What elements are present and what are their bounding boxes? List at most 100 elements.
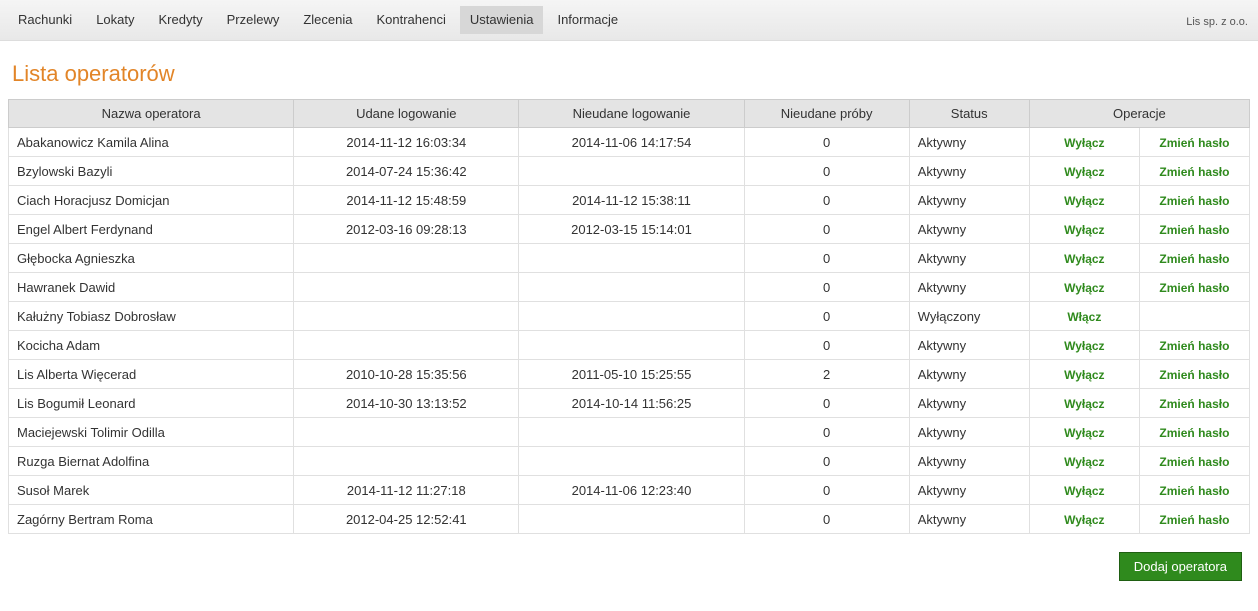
cell-success: 2014-10-30 13:13:52 xyxy=(294,389,519,418)
th-name: Nazwa operatora xyxy=(9,100,294,128)
cell-attempts: 2 xyxy=(744,360,909,389)
cell-name: Głębocka Agnieszka xyxy=(9,244,294,273)
nav-ustawienia[interactable]: Ustawienia xyxy=(460,6,544,34)
cell-status: Aktywny xyxy=(909,476,1029,505)
cell-success: 2012-04-25 12:52:41 xyxy=(294,505,519,534)
main-nav: Rachunki Lokaty Kredyty Przelewy Zleceni… xyxy=(0,0,1258,40)
cell-chpass: Zmień hasło xyxy=(1139,186,1249,215)
change-password-link[interactable]: Zmień hasło xyxy=(1159,252,1229,266)
table-header-row: Nazwa operatora Udane logowanie Nieudane… xyxy=(9,100,1250,128)
disable-link[interactable]: Wyłącz xyxy=(1064,194,1104,208)
cell-toggle: Wyłącz xyxy=(1029,505,1139,534)
disable-link[interactable]: Wyłącz xyxy=(1064,484,1104,498)
cell-name: Kocicha Adam xyxy=(9,331,294,360)
cell-name: Susoł Marek xyxy=(9,476,294,505)
cell-attempts: 0 xyxy=(744,505,909,534)
change-password-link[interactable]: Zmień hasło xyxy=(1159,281,1229,295)
table-row: Abakanowicz Kamila Alina2014-11-12 16:03… xyxy=(9,128,1250,157)
cell-toggle: Wyłącz xyxy=(1029,128,1139,157)
cell-toggle: Włącz xyxy=(1029,302,1139,331)
table-row: Hawranek Dawid0AktywnyWyłączZmień hasło xyxy=(9,273,1250,302)
change-password-link[interactable]: Zmień hasło xyxy=(1159,426,1229,440)
cell-status: Aktywny xyxy=(909,389,1029,418)
cell-chpass: Zmień hasło xyxy=(1139,360,1249,389)
company-blurred-line xyxy=(1186,2,1248,16)
disable-link[interactable]: Wyłącz xyxy=(1064,513,1104,527)
cell-fail xyxy=(519,418,744,447)
nav-rachunki[interactable]: Rachunki xyxy=(8,6,82,34)
cell-toggle: Wyłącz xyxy=(1029,186,1139,215)
enable-link[interactable]: Włącz xyxy=(1067,310,1101,324)
disable-link[interactable]: Wyłącz xyxy=(1064,397,1104,411)
disable-link[interactable]: Wyłącz xyxy=(1064,426,1104,440)
cell-chpass: Zmień hasło xyxy=(1139,505,1249,534)
cell-success: 2012-03-16 09:28:13 xyxy=(294,215,519,244)
change-password-link[interactable]: Zmień hasło xyxy=(1159,455,1229,469)
table-row: Zagórny Bertram Roma2012-04-25 12:52:41 0… xyxy=(9,505,1250,534)
cell-success xyxy=(294,418,519,447)
change-password-link[interactable]: Zmień hasło xyxy=(1159,194,1229,208)
change-password-link[interactable]: Zmień hasło xyxy=(1159,484,1229,498)
cell-toggle: Wyłącz xyxy=(1029,273,1139,302)
company-info: Lis sp. z o.o. xyxy=(1186,2,1248,28)
page-title: Lista operatorów xyxy=(12,61,1250,87)
nav-kontrahenci[interactable]: Kontrahenci xyxy=(366,6,455,34)
cell-chpass: Zmień hasło xyxy=(1139,389,1249,418)
nav-lokaty[interactable]: Lokaty xyxy=(86,6,144,34)
cell-chpass: Zmień hasło xyxy=(1139,128,1249,157)
nav-kredyty[interactable]: Kredyty xyxy=(149,6,213,34)
cell-name: Zagórny Bertram Roma xyxy=(9,505,294,534)
cell-chpass: Zmień hasło xyxy=(1139,273,1249,302)
table-row: Ciach Horacjusz Domicjan2014-11-12 15:48… xyxy=(9,186,1250,215)
th-success: Udane logowanie xyxy=(294,100,519,128)
cell-attempts: 0 xyxy=(744,186,909,215)
disable-link[interactable]: Wyłącz xyxy=(1064,368,1104,382)
disable-link[interactable]: Wyłącz xyxy=(1064,455,1104,469)
cell-fail: 2014-11-06 12:23:40 xyxy=(519,476,744,505)
cell-attempts: 0 xyxy=(744,302,909,331)
cell-success: 2014-11-12 11:27:18 xyxy=(294,476,519,505)
change-password-link[interactable]: Zmień hasło xyxy=(1159,339,1229,353)
nav-informacje[interactable]: Informacje xyxy=(547,6,628,34)
change-password-link[interactable]: Zmień hasło xyxy=(1159,136,1229,150)
cell-chpass: Zmień hasło xyxy=(1139,476,1249,505)
disable-link[interactable]: Wyłącz xyxy=(1064,339,1104,353)
cell-success xyxy=(294,244,519,273)
change-password-link[interactable]: Zmień hasło xyxy=(1159,397,1229,411)
th-attempts: Nieudane próby xyxy=(744,100,909,128)
cell-success xyxy=(294,447,519,476)
cell-fail: 2011-05-10 15:25:55 xyxy=(519,360,744,389)
cell-toggle: Wyłącz xyxy=(1029,215,1139,244)
add-operator-button[interactable]: Dodaj operatora xyxy=(1119,552,1242,581)
cell-attempts: 0 xyxy=(744,215,909,244)
disable-link[interactable]: Wyłącz xyxy=(1064,252,1104,266)
cell-fail: 2014-10-14 11:56:25 xyxy=(519,389,744,418)
disable-link[interactable]: Wyłącz xyxy=(1064,165,1104,179)
cell-status: Aktywny xyxy=(909,447,1029,476)
disable-link[interactable]: Wyłącz xyxy=(1064,136,1104,150)
th-ops: Operacje xyxy=(1029,100,1249,128)
disable-link[interactable]: Wyłącz xyxy=(1064,223,1104,237)
cell-chpass: Zmień hasło xyxy=(1139,331,1249,360)
disable-link[interactable]: Wyłącz xyxy=(1064,281,1104,295)
cell-fail xyxy=(519,157,744,186)
cell-toggle: Wyłącz xyxy=(1029,447,1139,476)
change-password-link[interactable]: Zmień hasło xyxy=(1159,513,1229,527)
cell-toggle: Wyłącz xyxy=(1029,157,1139,186)
cell-chpass: Zmień hasło xyxy=(1139,418,1249,447)
cell-status: Aktywny xyxy=(909,157,1029,186)
cell-attempts: 0 xyxy=(744,273,909,302)
change-password-link[interactable]: Zmień hasło xyxy=(1159,165,1229,179)
topbar: Rachunki Lokaty Kredyty Przelewy Zleceni… xyxy=(0,0,1258,41)
change-password-link[interactable]: Zmień hasło xyxy=(1159,223,1229,237)
cell-status: Aktywny xyxy=(909,331,1029,360)
nav-zlecenia[interactable]: Zlecenia xyxy=(293,6,362,34)
change-password-link[interactable]: Zmień hasło xyxy=(1159,368,1229,382)
cell-name: Bzylowski Bazyli xyxy=(9,157,294,186)
cell-status: Aktywny xyxy=(909,215,1029,244)
cell-fail: 2014-11-12 15:38:11 xyxy=(519,186,744,215)
nav-przelewy[interactable]: Przelewy xyxy=(217,6,290,34)
cell-success: 2014-11-12 16:03:34 xyxy=(294,128,519,157)
cell-toggle: Wyłącz xyxy=(1029,331,1139,360)
cell-name: Ciach Horacjusz Domicjan xyxy=(9,186,294,215)
